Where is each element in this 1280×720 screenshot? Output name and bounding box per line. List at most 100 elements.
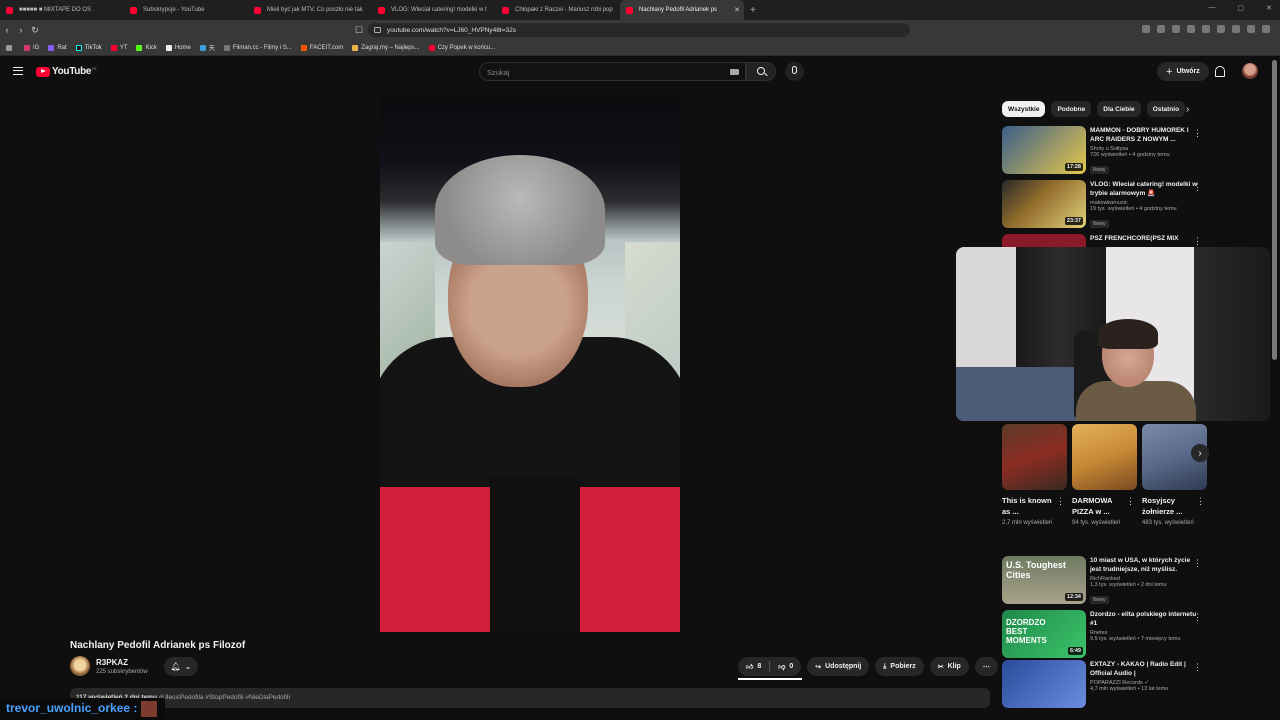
youtube-logo[interactable]: YouTube PL xyxy=(36,66,97,77)
extension-icon[interactable] xyxy=(1247,25,1255,33)
browser-tab-active[interactable]: Nachlany Pedofil Adrianek ps ✕ xyxy=(620,0,744,20)
close-window-icon[interactable]: ✕ xyxy=(1266,4,1272,12)
video-thumbnail[interactable]: 17:28 xyxy=(1002,126,1086,174)
recommendation-item[interactable]: 17:28 MAMMON - DOBRY HUMOREK I ARC RAIDE… xyxy=(1002,126,1202,174)
hamburger-menu-icon[interactable] xyxy=(13,67,23,75)
short-item[interactable]: DARMOWA PIZZA w ... 94 tys. wyświetleń ⋮ xyxy=(1072,424,1137,528)
more-vertical-icon[interactable]: ⋮ xyxy=(1193,182,1202,193)
subscription-bell-button[interactable]: 🔔︎ ⌄ xyxy=(164,657,198,676)
browser-tab[interactable]: ■■■■■ ■ MIXTAPE DO OS xyxy=(0,0,124,20)
more-actions-button[interactable]: ⋯ xyxy=(974,657,998,676)
recommendation-item[interactable]: U.S. Toughest Cities 12:34 10 miast w US… xyxy=(1002,556,1202,604)
browser-tab[interactable]: VLOG: Wleciał catering! modelki w t xyxy=(372,0,496,20)
more-vertical-icon[interactable]: ⋮ xyxy=(1056,496,1065,507)
keyboard-icon[interactable] xyxy=(730,69,739,75)
video-thumbnail[interactable]: 23:37 xyxy=(1002,180,1086,228)
short-title: Rosyjscy żołnierze ... xyxy=(1142,496,1183,516)
forward-icon[interactable]: › xyxy=(14,25,28,35)
back-icon[interactable]: ‹ xyxy=(0,25,14,35)
reload-icon[interactable]: ↻ xyxy=(28,25,42,36)
site-info-icon[interactable] xyxy=(374,27,381,33)
bookmark-faceit[interactable]: FACEIT.com xyxy=(300,44,343,51)
bookmark-popek[interactable]: Czy Popek w końcu... xyxy=(428,44,495,51)
video-player[interactable] xyxy=(380,97,680,632)
browser-tab[interactable]: Mieli być jak MTV. Co poszło nie tak xyxy=(248,0,372,20)
menu-icon[interactable] xyxy=(1262,25,1270,33)
short-thumbnail[interactable] xyxy=(1002,424,1067,490)
description-tags[interactable]: #UlecicPedofila #StopPedofili #NieDlaPed… xyxy=(159,694,290,701)
video-thumbnail[interactable] xyxy=(1002,660,1086,708)
extension-icon[interactable] xyxy=(1157,25,1165,33)
extension-icon[interactable] xyxy=(1172,25,1180,33)
maximize-icon[interactable]: ▢ xyxy=(1238,4,1245,12)
search-input[interactable]: Szukaj xyxy=(479,62,746,81)
extension-icon[interactable] xyxy=(1232,25,1240,33)
chip-for-you[interactable]: Dla Ciebie xyxy=(1097,101,1141,117)
subscriber-count: 225 subskrybentów xyxy=(96,669,148,675)
bookmark-home[interactable]: Home xyxy=(165,44,191,51)
browser-tab[interactable]: Chłopaki z Raczei - Mariusz robi pop xyxy=(496,0,620,20)
minimize-icon[interactable]: — xyxy=(1209,4,1216,12)
like-button[interactable]: 👍︎ 8 xyxy=(738,657,769,676)
video-thumbnail[interactable] xyxy=(1002,234,1086,247)
extension-icon[interactable] xyxy=(1187,25,1195,33)
chip-recent[interactable]: Ostatnio xyxy=(1146,101,1186,117)
more-vertical-icon[interactable]: ⋮ xyxy=(1193,662,1202,673)
recommendation-item[interactable]: 23:37 VLOG: Wleciał catering! modelki w … xyxy=(1002,180,1202,228)
bookmark-icon[interactable]: ☐ xyxy=(352,25,366,36)
short-views: 483 tys. wyświetleń xyxy=(1142,520,1194,526)
search-button[interactable] xyxy=(746,62,776,81)
more-vertical-icon[interactable]: ⋮ xyxy=(1193,558,1202,569)
account-avatar[interactable] xyxy=(1242,63,1258,79)
chip-all[interactable]: Wszystkie xyxy=(1002,101,1046,117)
apps-icon[interactable] xyxy=(6,44,15,51)
bookmark-rat[interactable]: Rat xyxy=(48,44,67,51)
extension-icon[interactable] xyxy=(1142,25,1150,33)
recommendation-item[interactable]: EXTAZY - KAKAO | Radio Edit | Official A… xyxy=(1002,660,1202,708)
video-thumbnail[interactable]: U.S. Toughest Cities 12:34 xyxy=(1002,556,1086,604)
recommendation-meta: Dzordzo - elita polskiego internetu #1 R… xyxy=(1090,610,1198,658)
create-button[interactable]: + Utwórz xyxy=(1157,62,1209,81)
channel-name[interactable]: R3PKAZ xyxy=(96,658,128,667)
bookmark-zagraj[interactable]: Zagraj.my – Najleps... xyxy=(352,44,420,51)
bookmark-filman[interactable]: Filman.cc - Filmy i S... xyxy=(223,44,292,51)
bookmark-kick[interactable]: Kick xyxy=(136,44,157,51)
notifications-bell-icon[interactable] xyxy=(1215,66,1225,77)
short-item[interactable]: Rosyjscy żołnierze ... 483 tys. wyświetl… xyxy=(1142,424,1207,528)
channel-avatar[interactable] xyxy=(70,656,90,676)
video-description[interactable]: 117 wyświetleń 2 dni temu #UlecicPedofil… xyxy=(70,688,990,708)
share-button[interactable]: ↪ Udostępnij xyxy=(807,657,870,676)
download-button[interactable]: ⤓ Pobierz xyxy=(875,657,924,676)
url-field[interactable]: youtube.com/watch?v=LJ60_HVPNy48t=32s xyxy=(368,23,910,37)
page-scrollbar[interactable] xyxy=(1272,60,1277,360)
shorts-next-button[interactable]: › xyxy=(1191,444,1209,462)
video-thumbnail[interactable]: DZORDZO BEST MOMENTS 6:49 xyxy=(1002,610,1086,658)
youtube-icon xyxy=(428,44,435,51)
clip-button[interactable]: ✂ Klip xyxy=(929,657,969,676)
dislike-button[interactable]: 👎︎ 0 xyxy=(770,657,801,676)
more-vertical-icon[interactable]: ⋮ xyxy=(1196,496,1205,507)
youtube-play-icon xyxy=(36,66,50,77)
recommendation-views: 1,3 tys. wyświetleń • 2 dni temu xyxy=(1090,582,1167,588)
chevron-right-icon[interactable]: › xyxy=(1186,104,1189,115)
extension-icon[interactable] xyxy=(1217,25,1225,33)
close-tab-icon[interactable]: ✕ xyxy=(734,6,740,14)
download-icon: ⤓ xyxy=(883,662,887,670)
recommendation-item[interactable]: PSZ FRENCHCORE(PSZ MIX ⋮ xyxy=(1002,234,1202,247)
short-thumbnail[interactable] xyxy=(1072,424,1137,490)
new-tab-button[interactable]: + xyxy=(750,5,756,16)
bookmark-ig[interactable]: IG xyxy=(24,44,39,51)
more-vertical-icon[interactable]: ⋮ xyxy=(1193,236,1202,247)
browser-tab[interactable]: Subskrypcje - YouTube xyxy=(124,0,248,20)
bookmark-tiktok[interactable]: TikTok xyxy=(75,44,102,51)
chip-related[interactable]: Podobne xyxy=(1051,101,1092,117)
bookmark-yt[interactable]: YT xyxy=(110,44,127,51)
extension-icon[interactable] xyxy=(1202,25,1210,33)
more-vertical-icon[interactable]: ⋮ xyxy=(1126,496,1135,507)
voice-search-button[interactable] xyxy=(785,62,804,81)
more-vertical-icon[interactable]: ⋮ xyxy=(1193,612,1202,623)
bookmark-kanji[interactable]: 天 xyxy=(199,43,215,52)
short-item[interactable]: This is known as ... 2,7 mln wyświetleń … xyxy=(1002,424,1067,528)
recommendation-item[interactable]: DZORDZO BEST MOMENTS 6:49 Dzordzo - elit… xyxy=(1002,610,1202,658)
more-vertical-icon[interactable]: ⋮ xyxy=(1193,128,1202,139)
